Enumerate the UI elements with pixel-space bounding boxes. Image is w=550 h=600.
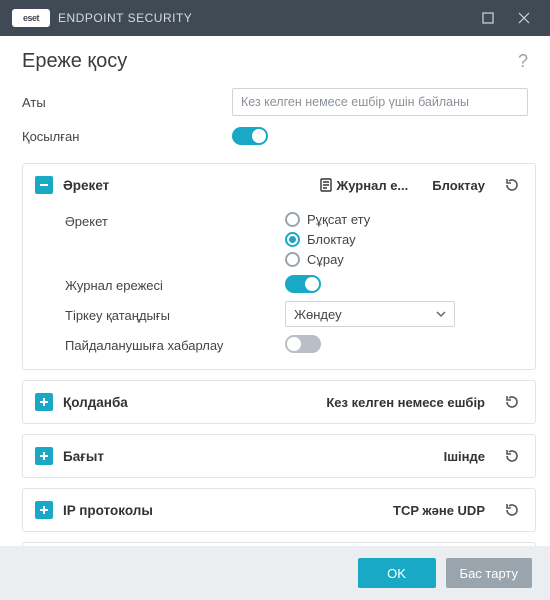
revert-icon [504,448,520,464]
chevron-down-icon [436,307,446,322]
panel-application-revert[interactable] [501,391,523,413]
minus-icon [39,180,49,190]
panel-direction-head[interactable]: Бағыт Ішінде [23,435,535,477]
action-radio-ask-label: Сұрау [307,252,344,267]
panel-protocol: IP протоколы TCP және UDP [22,488,536,532]
panel-action-title: Әрекет [63,178,109,193]
page-title: Ереже қосу [22,50,518,73]
plus-icon [39,451,49,461]
maximize-icon [482,12,494,24]
panel-action-log-summary-text: Журнал е... [337,178,409,193]
action-radio-allow[interactable]: Рұқсат ету [285,212,523,227]
cancel-button[interactable]: Бас тарту [446,558,532,588]
action-label: Әрекет [65,212,285,229]
logrule-label: Журнал ережесі [65,276,285,293]
panel-action-body: Әрекет Рұқсат ету Блоктау Сұрау Журнал е… [23,206,535,369]
panel-protocol-head[interactable]: IP протоколы TCP және UDP [23,489,535,531]
page-header: Ереже қосу ? [0,36,550,81]
log-icon [319,178,333,192]
plus-icon [39,397,49,407]
action-radio-allow-label: Рұқсат ету [307,212,370,227]
collapse-button[interactable] [35,176,53,194]
notify-label: Пайдаланушыға хабарлау [65,336,285,353]
panel-localhost: Жергілікті хост Кез келген [22,542,536,546]
brand-logo: eset [12,9,50,27]
panel-action-revert[interactable] [501,174,523,196]
panel-action-summary: Блоктау [432,178,485,193]
panel-application-summary: Кез келген немесе ешбір [326,395,485,410]
expand-button[interactable] [35,393,53,411]
logrule-toggle[interactable] [285,275,321,293]
titlebar: eset ENDPOINT SECURITY [0,0,550,36]
name-input[interactable] [232,88,528,116]
panel-direction-title: Бағыт [63,449,104,464]
panel-application-head[interactable]: Қолданба Кез келген немесе ешбір [23,381,535,423]
action-radio-group: Рұқсат ету Блоктау Сұрау [285,212,523,267]
top-fields: Аты Қосылған [0,81,550,163]
severity-label: Тіркеу қатаңдығы [65,306,285,323]
expand-button[interactable] [35,447,53,465]
panel-action: Әрекет Журнал е... Блоктау Әрекет Рұқсат… [22,163,536,370]
severity-value: Жөндеу [294,307,342,322]
close-icon [518,12,530,24]
enabled-toggle[interactable] [232,127,268,145]
panel-protocol-revert[interactable] [501,499,523,521]
panel-localhost-head[interactable]: Жергілікті хост Кез келген [23,543,535,546]
action-radio-ask[interactable]: Сұрау [285,252,523,267]
footer: OK Бас тарту [0,546,550,600]
action-radio-block[interactable]: Блоктау [285,232,523,247]
window-maximize-button[interactable] [470,0,506,36]
panel-scroll-area[interactable]: Әрекет Журнал е... Блоктау Әрекет Рұқсат… [0,163,550,546]
enabled-label: Қосылған [22,129,232,144]
panel-application: Қолданба Кез келген немесе ешбір [22,380,536,424]
ok-button[interactable]: OK [358,558,436,588]
window-close-button[interactable] [506,0,542,36]
panel-action-log-summary: Журнал е... [319,178,409,193]
revert-icon [504,177,520,193]
name-label: Аты [22,95,232,110]
panel-action-head[interactable]: Әрекет Журнал е... Блоктау [23,164,535,206]
severity-select[interactable]: Жөндеу [285,301,455,327]
panel-application-title: Қолданба [63,395,128,410]
help-button[interactable]: ? [518,51,528,72]
expand-button[interactable] [35,501,53,519]
panel-protocol-title: IP протоколы [63,503,153,518]
notify-toggle[interactable] [285,335,321,353]
revert-icon [504,394,520,410]
revert-icon [504,502,520,518]
panel-direction-revert[interactable] [501,445,523,467]
action-radio-block-label: Блоктау [307,232,356,247]
panel-protocol-summary: TCP және UDP [393,503,485,518]
plus-icon [39,505,49,515]
brand-product: ENDPOINT SECURITY [58,11,192,25]
panel-direction: Бағыт Ішінде [22,434,536,478]
panel-direction-summary: Ішінде [444,449,485,464]
